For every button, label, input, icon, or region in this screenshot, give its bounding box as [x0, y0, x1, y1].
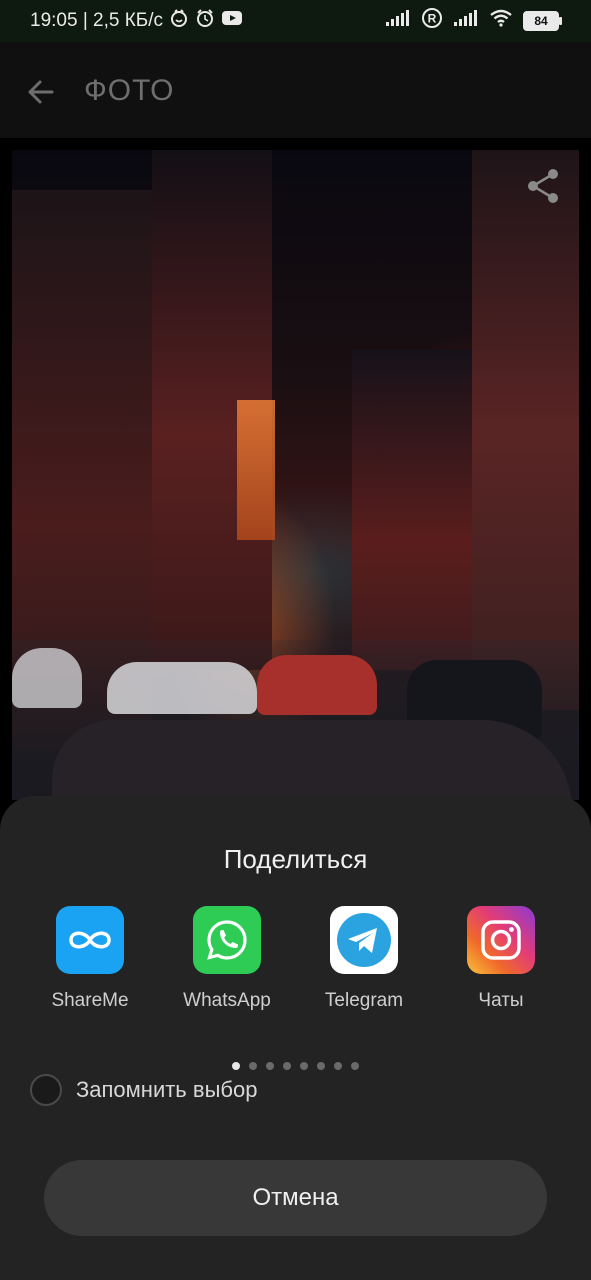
app-instagram-chats[interactable]: Чаты	[431, 906, 571, 1012]
status-left: 19:05 | 2,5 КБ/с	[30, 0, 243, 42]
taxi-car	[257, 655, 377, 715]
share-apps-row: ShareMe WhatsApp Telegram Чаты	[0, 906, 591, 1016]
svg-text:R: R	[428, 12, 437, 26]
app-telegram[interactable]: Telegram	[294, 906, 434, 1012]
app-label: Чаты	[478, 990, 524, 1011]
instagram-icon	[467, 906, 535, 974]
shareme-icon	[56, 906, 124, 974]
page-dot	[300, 1062, 308, 1070]
share-icon[interactable]	[523, 166, 563, 206]
app-label: ShareMe	[51, 990, 129, 1011]
page-dot	[334, 1062, 342, 1070]
smile-status-icon	[169, 8, 189, 34]
page-dot	[266, 1062, 274, 1070]
page-dot-active	[232, 1062, 240, 1070]
photo-preview	[12, 150, 579, 800]
app-label: Telegram	[324, 990, 404, 1011]
white-car	[107, 662, 257, 714]
share-sheet-title: Поделиться	[223, 844, 368, 874]
building-right	[472, 150, 579, 710]
app-whatsapp[interactable]: WhatsApp	[157, 906, 297, 1012]
wifi-icon	[489, 9, 513, 33]
van	[12, 648, 82, 708]
share-sheet: Поделиться ShareMe WhatsApp Telegram Чат…	[0, 796, 591, 1280]
page-dot	[249, 1062, 257, 1070]
telegram-icon	[330, 906, 398, 974]
remember-choice-label: Запомнить выбор	[76, 1077, 258, 1102]
page-indicator	[0, 1062, 591, 1070]
signal-2-icon	[453, 9, 479, 33]
battery-icon: 84	[523, 11, 562, 31]
signal-icon	[385, 9, 411, 33]
page-dot	[351, 1062, 359, 1070]
status-time-speed: 19:05 | 2,5 КБ/с	[30, 10, 164, 31]
foreground-car	[52, 720, 572, 800]
alarm-icon	[195, 8, 215, 34]
cancel-button[interactable]: Отмена	[44, 1160, 547, 1236]
page-dot	[283, 1062, 291, 1070]
app-label: WhatsApp	[183, 990, 271, 1011]
app-bar: ФОТО	[0, 42, 591, 138]
youtube-icon	[221, 9, 243, 33]
remember-choice[interactable]: Запомнить выбор	[30, 1074, 257, 1106]
app-shareme[interactable]: ShareMe	[20, 906, 160, 1012]
status-bar: 19:05 | 2,5 КБ/с R 84	[0, 0, 591, 42]
roaming-icon: R	[421, 7, 443, 35]
remember-choice-radio[interactable]	[30, 1074, 62, 1106]
back-arrow-icon[interactable]	[22, 72, 62, 112]
page-title: ФОТО	[84, 74, 175, 107]
neon-sign	[237, 400, 275, 540]
status-right: R 84	[385, 0, 562, 42]
whatsapp-icon	[193, 906, 261, 974]
page-dot	[317, 1062, 325, 1070]
